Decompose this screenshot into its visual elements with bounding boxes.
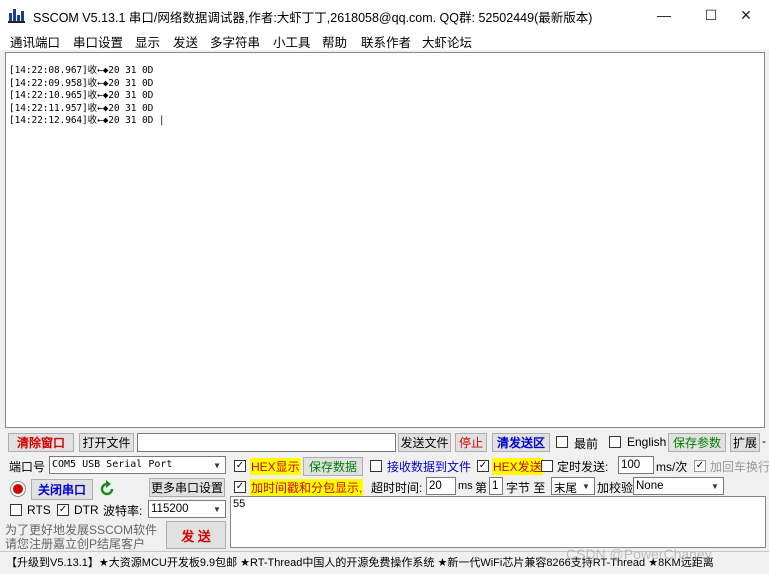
send-file-button[interactable]: 发送文件 — [398, 433, 451, 452]
open-file-button[interactable]: 打开文件 — [79, 433, 134, 452]
app-icon — [8, 9, 25, 23]
recv-to-file-checkbox[interactable] — [370, 460, 382, 472]
chevron-down-icon: ▼ — [582, 481, 590, 491]
menu-tools[interactable]: 小工具 — [273, 32, 311, 51]
close-icon: ✕ — [740, 6, 752, 23]
maximize-icon: ☐ — [704, 6, 718, 23]
baud-value: 115200 — [151, 503, 189, 515]
menu-bar: 通讯端口 串口设置 显示 发送 多字符串 小工具 帮助 联系作者 大虾论坛 — [0, 30, 769, 50]
end-select[interactable]: 末尾 ▼ — [551, 477, 595, 495]
timed-interval-input[interactable]: 100 — [618, 456, 654, 474]
port-status-icon — [10, 481, 26, 497]
timed-send-checkbox[interactable] — [541, 460, 553, 472]
recv-to-file-label: 接收数据到文件 — [387, 460, 472, 474]
menu-display[interactable]: 显示 — [135, 32, 160, 51]
clear-send-button[interactable]: 清发送区 — [492, 433, 550, 452]
chevron-down-icon: ▼ — [214, 460, 220, 470]
port-value: COM5 USB Serial Port — [52, 459, 173, 470]
byte-to-label: 字节 至 — [506, 481, 546, 495]
expand-dash: - — [762, 434, 766, 448]
hex-display-checkbox[interactable]: ✓ — [234, 460, 246, 472]
log-line: [14:22:10.965]收←◆20 31 0D — [9, 90, 154, 102]
stop-button[interactable]: 停止 — [455, 433, 487, 452]
rts-checkbox[interactable] — [10, 504, 22, 516]
file-path-input[interactable] — [137, 433, 396, 452]
more-port-settings-button[interactable]: 更多串口设置 — [149, 478, 225, 497]
minimize-icon: — — [657, 7, 671, 23]
send-text-value: 55 — [233, 498, 246, 510]
checksum-value: None — [636, 480, 664, 492]
watermark: CSDN @PowerChaney — [566, 546, 712, 562]
baud-select[interactable]: 115200 ▼ — [148, 500, 226, 518]
add-crlf-label: 加回车换行 — [710, 460, 769, 474]
minimize-button[interactable]: — — [641, 0, 687, 30]
end-value: 末尾 — [554, 483, 577, 495]
log-line: [14:22:09.958]收←◆20 31 0D — [9, 77, 154, 89]
send-button[interactable]: 发 送 — [166, 521, 226, 549]
nth-label: 第 — [475, 481, 488, 495]
timestamp-label: 加时间戳和分包显示, — [250, 479, 364, 496]
hex-send-checkbox[interactable]: ✓ — [477, 460, 489, 472]
port-label: 端口号 — [9, 460, 46, 474]
menu-send[interactable]: 发送 — [173, 32, 198, 51]
english-checkbox[interactable] — [609, 436, 621, 448]
hex-display-label: HEX显示 — [250, 458, 301, 475]
chevron-down-icon: ▼ — [213, 504, 221, 514]
log-line: [14:22:11.957]收←◆20 31 0D — [9, 102, 154, 114]
save-data-button[interactable]: 保存数据 — [303, 457, 363, 476]
start-byte-input[interactable]: 1 — [489, 477, 503, 495]
log-line: [14:22:12.964]收←◆20 31 0D | — [9, 115, 165, 127]
log-line: [14:22:08.967]收←◆20 31 0D — [9, 65, 154, 76]
receive-area[interactable]: [14:22:08.967]收←◆20 31 0D [14:22:09.958]… — [5, 52, 765, 428]
menu-multi-string[interactable]: 多字符串 — [210, 32, 260, 51]
menu-help[interactable]: 帮助 — [322, 32, 347, 51]
close-button[interactable]: ✕ — [723, 0, 769, 30]
close-port-button[interactable]: 关闭串口 — [31, 479, 93, 500]
title-bar: SSCOM V5.13.1 串口/网络数据调试器,作者:大虾丁丁,2618058… — [0, 0, 769, 30]
timeout-input[interactable]: 20 — [426, 477, 456, 495]
window-title: SSCOM V5.13.1 串口/网络数据调试器,作者:大虾丁丁,2618058… — [33, 11, 593, 25]
rts-label: RTS — [27, 503, 51, 517]
timestamp-checkbox[interactable]: ✓ — [234, 481, 246, 493]
clear-window-button[interactable]: 清除窗口 — [8, 433, 74, 452]
refresh-icon[interactable] — [98, 480, 116, 498]
menu-comm-port[interactable]: 通讯端口 — [10, 32, 60, 51]
timed-send-label: 定时发送: — [557, 460, 609, 474]
topmost-checkbox[interactable] — [556, 436, 568, 448]
menu-serial-settings[interactable]: 串口设置 — [73, 32, 123, 51]
save-params-button[interactable]: 保存参数 — [668, 433, 726, 452]
timeout-label: 超时时间: — [371, 481, 423, 495]
dtr-checkbox[interactable]: ✓ — [57, 504, 69, 516]
menu-contact-author[interactable]: 联系作者 — [361, 32, 411, 51]
promo-line-2: 请您注册嘉立创P结尾客户 — [5, 537, 146, 551]
dtr-label: DTR — [74, 503, 99, 517]
menu-forum[interactable]: 大虾论坛 — [422, 32, 472, 51]
topmost-label: 最前 — [574, 437, 599, 451]
send-text-area[interactable]: 55 — [230, 496, 766, 548]
baud-label: 波特率: — [103, 504, 143, 518]
add-crlf-checkbox[interactable]: ✓ — [694, 460, 706, 472]
english-label: English — [627, 435, 667, 449]
timed-unit-label: ms/次 — [656, 460, 688, 474]
expand-button[interactable]: 扩展 — [730, 433, 760, 452]
timeout-unit-label: ms — [458, 480, 473, 492]
hex-send-label: HEX发送 — [492, 458, 543, 475]
checksum-label: 加校验 — [597, 481, 634, 495]
chevron-down-icon: ▼ — [711, 481, 719, 491]
checksum-select[interactable]: None ▼ — [633, 477, 724, 495]
port-select[interactable]: COM5 USB Serial Port ▼ — [49, 456, 226, 474]
